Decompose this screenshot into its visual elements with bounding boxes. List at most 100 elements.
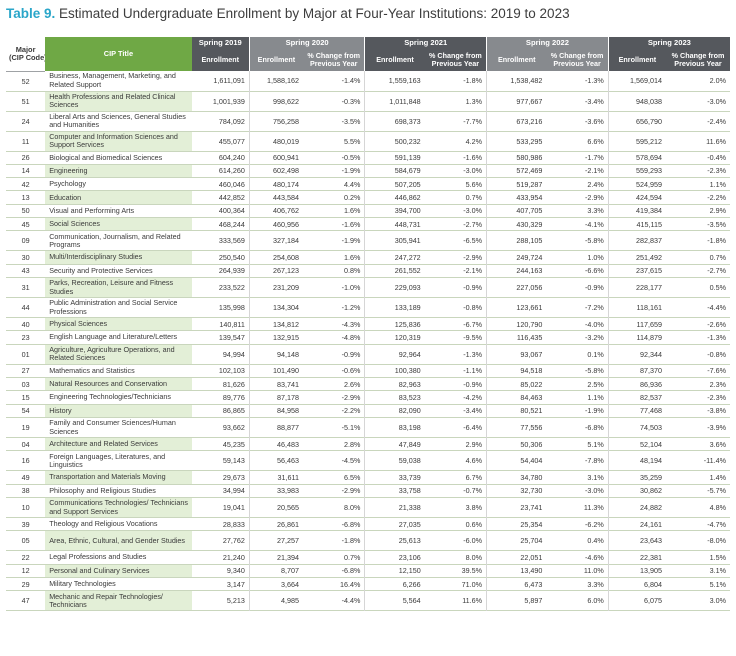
pct-change-2022: -4.6% — [584, 553, 604, 563]
pct-change-2021: -0.7% — [463, 486, 483, 496]
pct-change-2023: -2.2% — [707, 193, 726, 203]
enrollment-2023: 237,615 — [607, 264, 666, 278]
enrollment-2019: 135,998 — [218, 303, 245, 313]
pct-change-2023: -3.9% — [707, 423, 726, 433]
enrollment-2021: 25,613 — [364, 530, 425, 551]
enrollment-2021: 21,338 — [364, 497, 425, 518]
table-row: 14 Engineering 614,260 602,498 -1.9% 584,679 -… — [6, 164, 730, 178]
table-row: 30 Multi/Interdisciplinary Studies 250,540… — [6, 250, 730, 265]
pct-change-2022: 3.3% — [587, 579, 604, 589]
pct-change-2020: 2.8% — [343, 439, 361, 449]
enrollment-2023: 578,694 — [607, 151, 666, 165]
enrollment-2020: 31,611 — [248, 470, 303, 485]
enrollment-2022: 533,295 — [486, 131, 547, 151]
pct-change-2021: -6.5% — [463, 236, 483, 246]
table-row: 24 Liberal Arts and Sciences, General Stu… — [6, 111, 730, 131]
table-row: 54 History 86,865 84,958 -2.2% 82,090 -3.4% 80,… — [6, 404, 730, 418]
cip-title: Biological and Biomedical Sciences — [49, 152, 163, 162]
enrollment-2022: 572,469 — [486, 164, 547, 178]
enrollment-2022: 120,790 — [486, 317, 547, 331]
pct-change-2023: -4.7% — [707, 519, 726, 529]
table-title-text: Estimated Undergraduate Enrollment by Ma… — [59, 6, 570, 21]
pct-change-2020: 6.5% — [343, 473, 361, 483]
enrollment-2019: 139,547 — [218, 333, 245, 343]
enrollment-2021: 83,523 — [364, 390, 425, 405]
pct-change-2020: -1.4% — [341, 76, 361, 86]
enrollment-2022: 5,897 — [486, 590, 547, 611]
enrollment-2023: 117,659 — [607, 317, 666, 331]
pct-change-subheader: % Change from Previous Year — [546, 49, 609, 71]
pct-change-2022: -7.2% — [584, 303, 604, 313]
pct-change-2020: -1.9% — [341, 236, 361, 246]
enrollment-2020: 20,565 — [248, 497, 303, 518]
enrollment-2019: 28,833 — [222, 519, 245, 529]
enrollment-2022: 23,741 — [486, 497, 547, 518]
enrollment-2023: 6,075 — [607, 590, 666, 611]
enrollment-2022: 77,556 — [486, 417, 547, 438]
enrollment-2021: 448,731 — [364, 217, 425, 231]
cip-title: Communications Technologies/ Technicians… — [45, 497, 192, 518]
enrollment-2023: 48,194 — [607, 450, 666, 471]
table-row: 51 Health Professions and Related Clinica… — [6, 91, 730, 111]
cip-title: Multi/Interdisciplinary Studies — [45, 250, 192, 265]
pct-change-2021: -4.2% — [463, 393, 483, 403]
enrollment-2023: 282,837 — [607, 230, 666, 251]
major-code: 43 — [21, 266, 30, 276]
enrollment-2023: 23,643 — [607, 530, 666, 551]
cip-title: Natural Resources and Conservation — [45, 377, 192, 391]
enrollment-2021: 23,106 — [364, 550, 425, 565]
enrollment-2021: 100,380 — [364, 364, 425, 378]
enrollment-2022: 580,986 — [486, 151, 547, 165]
enrollment-2023: 87,370 — [607, 364, 666, 378]
pct-change-2021: -1.6% — [463, 153, 483, 163]
enrollment-2021: 33,739 — [364, 470, 425, 485]
cip-title: Theology and Religious Vocations — [49, 519, 158, 529]
enrollment-2022: 249,724 — [486, 250, 547, 265]
enrollment-2019: 442,852 — [218, 193, 245, 203]
major-code: 13 — [21, 193, 30, 203]
enrollment-2021: 27,035 — [364, 517, 425, 531]
enrollment-2020: 33,983 — [248, 484, 303, 498]
enrollment-2022: 519,287 — [486, 177, 547, 191]
pct-change-2021: 5.6% — [465, 179, 483, 189]
pct-change-2022: -3.6% — [584, 116, 604, 126]
year-header-2020: Spring 2020 — [248, 37, 365, 49]
pct-change-2021: 2.9% — [465, 439, 483, 449]
pct-change-2023: 11.6% — [706, 136, 726, 146]
table-row: 19 Family and Consumer Sciences/Human Sci… — [6, 417, 730, 438]
enrollment-2019: 59,143 — [222, 456, 245, 466]
cip-title: Agriculture, Agriculture Operations, and… — [45, 344, 192, 365]
enrollment-2021: 229,093 — [364, 277, 425, 298]
enrollment-2020: 134,304 — [248, 297, 303, 318]
enrollment-2019: 89,776 — [222, 393, 245, 403]
enrollment-2019: 460,046 — [218, 179, 245, 189]
enrollment-2020: 602,498 — [248, 164, 303, 178]
enrollment-2022: 50,306 — [486, 437, 547, 451]
pct-change-2021: -2.9% — [463, 253, 483, 263]
enrollment-2022: 6,473 — [486, 577, 547, 591]
enrollment-2023: 1,569,014 — [607, 71, 666, 91]
enrollment-2019: 5,213 — [226, 596, 245, 606]
enrollment-2020: 254,608 — [248, 250, 303, 265]
pct-change-2023: -2.6% — [707, 319, 726, 329]
pct-change-2022: -7.8% — [584, 456, 604, 466]
table-row: 29 Military Technologies 3,147 3,664 16.4% 6,… — [6, 577, 730, 591]
enrollment-2022: 227,056 — [486, 277, 547, 298]
pct-change-2023: -5.7% — [707, 486, 726, 496]
table-label: Table 9. — [6, 6, 56, 21]
enrollment-2022: 123,661 — [486, 297, 547, 318]
pct-change-2020: 2.6% — [343, 379, 361, 389]
enrollment-2019: 9,340 — [226, 566, 245, 576]
table-row: 45 Social Sciences 468,244 460,956 -1.6% 448,… — [6, 217, 730, 231]
pct-change-2021: 1.3% — [465, 96, 483, 106]
pct-change-2021: 4.6% — [465, 456, 483, 466]
enrollment-2019: 93,662 — [222, 423, 245, 433]
pct-change-2022: 6.0% — [587, 596, 604, 606]
enrollment-2023: 24,882 — [607, 497, 666, 518]
cip-title: Parks, Recreation, Leisure and Fitness S… — [45, 277, 192, 298]
cip-title: Foreign Languages, Literatures, and Ling… — [49, 451, 166, 469]
major-code: 31 — [21, 283, 30, 293]
table-row: 03 Natural Resources and Conservation 81,6… — [6, 377, 730, 391]
enrollment-2023: 24,161 — [607, 517, 666, 531]
pct-change-2023: 0.5% — [709, 283, 726, 293]
